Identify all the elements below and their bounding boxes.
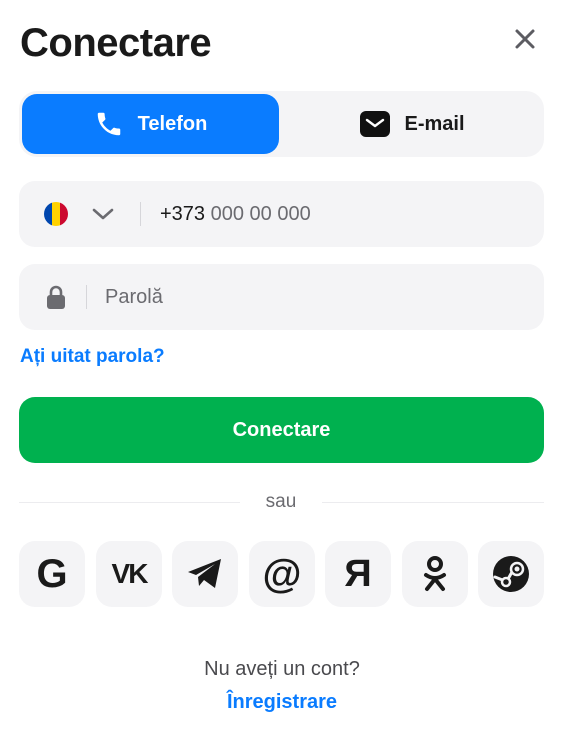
tab-email-label: E-mail [404, 112, 465, 135]
vk-icon: VK [111, 558, 149, 589]
dialog-title: Conectare [20, 21, 212, 65]
divider-line-right [322, 502, 544, 503]
odnoklassniki-login-button[interactable] [402, 541, 468, 607]
google-icon: G [36, 552, 68, 596]
tab-email[interactable]: E-mail [284, 94, 541, 154]
vk-login-button[interactable]: VK [96, 541, 162, 607]
steam-icon [493, 556, 529, 592]
close-icon [515, 29, 535, 49]
password-input[interactable] [105, 284, 525, 310]
tab-phone-label: Telefon [137, 112, 208, 135]
yandex-login-button[interactable]: Я [325, 541, 391, 607]
login-dialog: Conectare Telefon E-mail +373 000 00 000… [0, 0, 572, 749]
field-separator [140, 202, 141, 226]
phone-field[interactable]: +373 000 00 000 [19, 181, 544, 247]
telegram-login-button[interactable] [172, 541, 238, 607]
password-field[interactable] [19, 264, 544, 330]
telegram-icon [188, 559, 221, 588]
google-login-button[interactable]: G [19, 541, 85, 607]
phone-icon [97, 112, 120, 136]
phone-input[interactable]: +373 000 00 000 [160, 201, 311, 227]
chevron-down-icon[interactable] [91, 203, 115, 225]
mailru-icon: @ [262, 552, 302, 596]
mail-icon [360, 111, 391, 137]
register-link[interactable]: Înregistrare [0, 689, 564, 715]
tab-phone[interactable]: Telefon [22, 94, 279, 154]
mailru-login-button[interactable]: @ [249, 541, 315, 607]
login-submit-button[interactable]: Conectare [19, 397, 544, 463]
no-account-text: Nu aveți un cont? [204, 658, 360, 680]
close-button[interactable] [510, 24, 540, 54]
odnoklassniki-icon [424, 556, 446, 591]
divider-line-left [19, 502, 240, 503]
login-method-tabs: Telefon E-mail [19, 91, 544, 157]
moldova-flag-icon[interactable] [44, 202, 68, 226]
phone-prefix: +373 [160, 203, 206, 225]
divider-or: sau [265, 491, 297, 512]
lock-icon [47, 285, 65, 309]
yandex-icon: Я [344, 553, 372, 595]
field-separator [86, 285, 87, 309]
phone-placeholder: 000 00 000 [210, 203, 311, 225]
steam-login-button[interactable] [478, 541, 544, 607]
forgot-password-link[interactable]: Ați uitat parola? [20, 345, 165, 369]
